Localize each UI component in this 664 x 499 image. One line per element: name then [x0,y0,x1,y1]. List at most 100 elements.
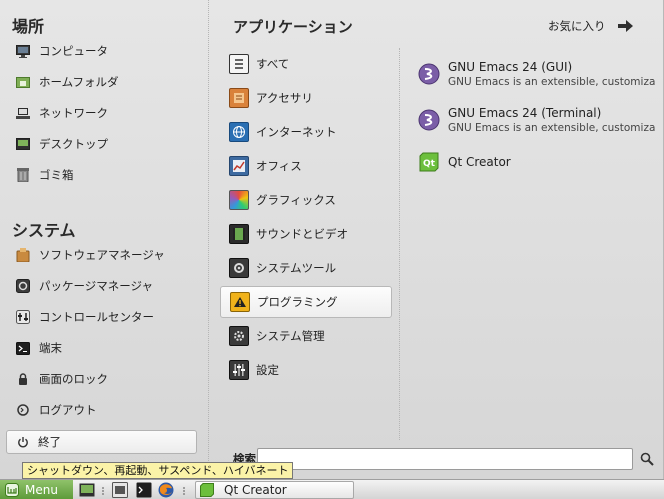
places-item-label: ゴミ箱 [39,168,74,182]
category-sound-video[interactable]: サウンドとビデオ [220,218,392,250]
qt-creator-icon [200,483,214,497]
category-all[interactable]: すべて [220,48,392,80]
system-item-label: ソフトウェアマネージャ [39,248,165,262]
all-apps-icon [229,54,249,74]
system-item-package-manager[interactable]: パッケージマネージャ [8,272,198,300]
left-pane: 場所 コンピュータ ホームフォルダ ネットワーク デスクトップ ゴミ箱 システム… [0,0,209,479]
accessories-icon [229,88,249,108]
search-icon[interactable] [640,452,654,466]
taskbar: Menu Qt Creator [0,479,664,499]
system-item-label: コントロールセンター [39,310,154,324]
places-item-network[interactable]: ネットワーク [8,99,198,127]
applications-title: アプリケーション [233,18,353,36]
software-manager-icon [16,248,30,262]
office-icon [229,156,249,176]
category-label: プログラミング [257,295,338,309]
category-graphics[interactable]: グラフィックス [220,184,392,216]
control-center-icon [16,310,30,324]
system-tools-icon [229,258,249,278]
places-item-label: コンピュータ [39,44,108,58]
category-label: インターネット [256,125,337,139]
system-item-terminal[interactable]: 端末 [8,334,198,362]
system-item-label: 画面のロック [39,372,108,386]
separator-icon [183,487,185,495]
internet-icon [229,122,249,142]
favorites-button[interactable]: お気に入り [548,18,633,34]
sound-video-icon [229,224,249,244]
show-desktop-icon[interactable] [79,482,95,498]
quit-label: 終了 [38,435,61,449]
quit-tooltip: シャットダウン、再起動、サスペンド、ハイバネート [22,462,294,479]
app-description: GNU Emacs is an extensible, customiza [448,75,656,88]
search-input[interactable] [257,448,633,470]
menu-button[interactable]: Menu [0,480,73,499]
category-system-tools[interactable]: システムツール [220,252,392,284]
quit-button[interactable]: 終了 [6,430,197,454]
category-label: 設定 [256,363,279,377]
places-item-label: ホームフォルダ [39,75,119,89]
package-manager-icon [16,279,30,293]
system-title: システム [12,221,76,240]
category-label: すべて [256,57,290,71]
category-administration[interactable]: システム管理 [220,320,392,352]
system-item-label: パッケージマネージャ [39,279,153,293]
mint-logo-icon [5,482,19,497]
arrow-right-icon [617,20,633,32]
system-item-software-manager[interactable]: ソフトウェアマネージャ [8,241,198,269]
category-label: システムツール [256,261,337,275]
lock-icon [16,372,30,386]
category-office[interactable]: オフィス [220,150,392,182]
taskbar-window-label: Qt Creator [224,483,287,497]
computer-icon [16,44,30,58]
system-item-lock-screen[interactable]: 画面のロック [8,365,198,393]
preferences-icon [229,360,249,380]
category-label: オフィス [256,159,302,173]
category-label: グラフィックス [256,193,336,207]
terminal-launcher-icon[interactable] [136,482,152,498]
places-item-label: ネットワーク [39,106,108,120]
firefox-icon[interactable] [158,482,174,498]
app-emacs-gui[interactable]: GNU Emacs 24 (GUI) GNU Emacs is an exten… [418,55,664,93]
app-name: GNU Emacs 24 (Terminal) [448,105,602,120]
app-qt-creator[interactable]: Qt Qt Creator [418,143,664,181]
application-menu: 場所 コンピュータ ホームフォルダ ネットワーク デスクトップ ゴミ箱 システム… [0,0,664,479]
category-preferences[interactable]: 設定 [220,354,392,386]
category-internet[interactable]: インターネット [220,116,392,148]
places-item-computer[interactable]: コンピュータ [8,37,198,65]
terminal-icon [16,341,30,355]
category-label: システム管理 [256,329,325,343]
taskbar-window-button[interactable]: Qt Creator [195,481,354,499]
desktop-icon [16,137,30,151]
category-accessories[interactable]: アクセサリ [220,82,392,114]
emacs-icon [418,63,440,85]
app-name: Qt Creator [448,154,511,169]
places-item-desktop[interactable]: デスクトップ [8,130,198,158]
category-list: すべて アクセサリ インターネット オフィス グラフィックス サウンドとビデオ … [220,48,392,440]
system-item-label: ログアウト [39,403,97,417]
places-item-trash[interactable]: ゴミ箱 [8,161,198,189]
pane-divider [399,48,400,440]
menu-label: Menu [25,482,58,497]
system-item-control-center[interactable]: コントロールセンター [8,303,198,331]
power-icon [17,436,29,448]
administration-icon [229,326,249,346]
category-programming[interactable]: プログラミング [220,286,392,318]
favorites-label: お気に入り [548,19,606,33]
places-title: 場所 [12,17,45,36]
app-name: GNU Emacs 24 (GUI) [448,59,573,74]
emacs-icon [418,109,440,131]
svg-text:Qt: Qt [423,159,436,169]
graphics-icon [229,190,249,210]
places-item-label: デスクトップ [39,137,108,151]
qt-creator-icon: Qt [418,151,440,173]
app-description: GNU Emacs is an extensible, customiza [448,121,656,134]
category-label: サウンドとビデオ [256,227,348,241]
logout-icon [16,403,30,417]
programming-icon [230,292,250,312]
places-item-home[interactable]: ホームフォルダ [8,68,198,96]
app-emacs-terminal[interactable]: GNU Emacs 24 (Terminal) GNU Emacs is an … [418,101,664,139]
separator-icon [102,487,104,495]
file-manager-icon[interactable] [112,482,128,498]
category-label: アクセサリ [256,91,313,105]
system-item-logout[interactable]: ログアウト [8,396,198,424]
